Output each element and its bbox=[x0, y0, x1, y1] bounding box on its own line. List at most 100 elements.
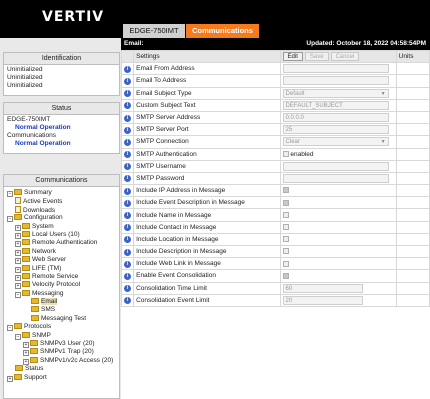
include-ip-checkbox[interactable] bbox=[282, 187, 289, 194]
setting-row: i SMTP Server Port 25 bbox=[120, 123, 430, 137]
tab-device[interactable]: EDGE-750IMT bbox=[123, 24, 185, 38]
expand-icon[interactable]: + bbox=[23, 358, 29, 365]
page-icon bbox=[15, 197, 21, 205]
tab-communications[interactable]: Communications bbox=[186, 24, 259, 38]
tree-item-snmpv1-trap[interactable]: + SNMPv1 Trap (20) bbox=[4, 348, 119, 357]
expand-icon[interactable]: + bbox=[23, 350, 29, 357]
expand-icon[interactable]: + bbox=[15, 232, 21, 239]
tree-item-local-users[interactable]: + Local Users (10) bbox=[4, 230, 119, 239]
event-consolidation-checkbox[interactable] bbox=[282, 272, 289, 279]
info-icon[interactable]: i bbox=[124, 260, 132, 268]
info-icon[interactable]: i bbox=[124, 102, 132, 110]
smtp-port-field[interactable]: 25 bbox=[282, 125, 389, 135]
setting-label: Include Location in Message bbox=[133, 232, 281, 247]
expand-icon[interactable]: + bbox=[15, 258, 21, 265]
info-icon[interactable]: i bbox=[124, 297, 132, 305]
consolidation-time-field[interactable]: 60 bbox=[282, 283, 363, 293]
info-icon[interactable]: i bbox=[124, 212, 132, 220]
settings-header: Settings bbox=[133, 49, 281, 64]
info-icon[interactable]: i bbox=[124, 138, 132, 146]
expand-icon[interactable]: + bbox=[15, 266, 21, 273]
setting-row: i SMTP Authentication enabled bbox=[120, 147, 430, 161]
page-icon bbox=[15, 205, 21, 213]
info-icon[interactable]: i bbox=[124, 285, 132, 293]
expand-icon[interactable]: + bbox=[15, 274, 21, 281]
tree-item-remote-service[interactable]: + Remote Service bbox=[4, 272, 119, 281]
smtp-auth-checkbox[interactable] bbox=[282, 150, 289, 157]
tree-item-snmpv3-user[interactable]: + SNMPv3 User (20) bbox=[4, 340, 119, 349]
tree-item-messaging-test[interactable]: Messaging Test bbox=[4, 314, 119, 323]
status-title: Status bbox=[4, 103, 119, 115]
info-icon[interactable]: i bbox=[124, 90, 132, 98]
settings-header-row: Settings Edit Save Cancel Units bbox=[120, 49, 430, 64]
expand-icon[interactable]: + bbox=[15, 283, 21, 290]
info-icon[interactable]: i bbox=[124, 272, 132, 280]
include-contact-checkbox[interactable] bbox=[282, 224, 289, 230]
include-event-desc-checkbox[interactable] bbox=[282, 199, 289, 206]
folder-icon bbox=[30, 356, 38, 363]
info-icon[interactable]: i bbox=[124, 114, 132, 122]
setting-label: Include Web Link in Message bbox=[133, 257, 281, 271]
include-description-checkbox[interactable] bbox=[282, 248, 289, 255]
tree-item-status[interactable]: Status bbox=[4, 365, 119, 373]
custom-subject-field[interactable]: DEFAULT_SUBJECT bbox=[282, 100, 389, 110]
edit-button[interactable]: Edit bbox=[282, 52, 303, 62]
tree-item-support[interactable]: + Support bbox=[4, 373, 119, 382]
tree-item-protocols[interactable]: − Protocols bbox=[4, 323, 119, 332]
save-button[interactable]: Save bbox=[304, 52, 329, 62]
expand-icon[interactable]: − bbox=[15, 333, 21, 340]
expand-icon[interactable]: − bbox=[15, 291, 21, 298]
info-icon[interactable]: i bbox=[124, 199, 132, 207]
email-from-field[interactable] bbox=[282, 64, 389, 74]
info-icon[interactable]: i bbox=[124, 248, 132, 256]
info-icon[interactable]: i bbox=[124, 126, 132, 134]
smtp-server-field[interactable]: 0.0.0.0 bbox=[282, 113, 389, 123]
cancel-button[interactable]: Cancel bbox=[330, 52, 360, 62]
info-icon[interactable]: i bbox=[124, 175, 132, 183]
tree-item-velocity-protocol[interactable]: + Velocity Protocol bbox=[4, 281, 119, 290]
tree-item-remote-authentication[interactable]: + Remote Authentication bbox=[4, 239, 119, 248]
tree-item-summary[interactable]: − Summary bbox=[4, 189, 119, 197]
smtp-connection-select[interactable]: Clear ▼ bbox=[282, 137, 389, 147]
expand-icon[interactable]: − bbox=[7, 191, 13, 197]
info-icon[interactable]: i bbox=[124, 236, 132, 244]
expand-icon[interactable]: + bbox=[15, 249, 21, 256]
setting-label: Include Contact in Message bbox=[133, 220, 281, 234]
info-icon[interactable]: i bbox=[124, 187, 132, 195]
info-icon[interactable]: i bbox=[124, 77, 132, 85]
tree-item-snmp[interactable]: − SNMP bbox=[4, 331, 119, 340]
include-name-checkbox[interactable] bbox=[282, 211, 289, 218]
status-device-state: Normal Operation bbox=[15, 124, 71, 131]
tree-item-email[interactable]: Email bbox=[4, 298, 119, 306]
subject-type-select[interactable]: Default ▼ bbox=[282, 88, 389, 98]
tree-item-active-events[interactable]: Active Events bbox=[4, 197, 119, 205]
smtp-password-field[interactable] bbox=[282, 173, 389, 183]
tree-item-snmpv1v2c-access[interactable]: + SNMPv1/v2c Access (20) bbox=[4, 356, 119, 365]
smtp-username-field[interactable] bbox=[282, 161, 389, 171]
tree-item-sms[interactable]: SMS bbox=[4, 306, 119, 314]
info-icon[interactable]: i bbox=[124, 65, 132, 73]
tree-item-downloads[interactable]: Downloads bbox=[4, 205, 119, 214]
info-icon[interactable]: i bbox=[124, 224, 132, 232]
email-to-field[interactable] bbox=[282, 76, 389, 86]
include-web-link-checkbox[interactable] bbox=[282, 260, 289, 267]
expand-icon[interactable]: − bbox=[7, 216, 13, 223]
folder-icon bbox=[22, 272, 30, 279]
info-icon[interactable]: i bbox=[124, 163, 132, 171]
tree-item-messaging[interactable]: − Messaging bbox=[4, 289, 119, 298]
setting-label: Include Name in Message bbox=[133, 208, 281, 222]
info-icon[interactable]: i bbox=[124, 151, 132, 159]
tree-item-life[interactable]: + LIFE (TM) bbox=[4, 264, 119, 273]
setting-label: Consolidation Time Limit bbox=[133, 281, 281, 295]
tree-item-web-server[interactable]: + Web Server bbox=[4, 256, 119, 265]
tree-item-configuration[interactable]: − Configuration bbox=[4, 214, 119, 223]
include-location-checkbox[interactable] bbox=[282, 236, 289, 243]
tree-item-network[interactable]: + Network bbox=[4, 247, 119, 256]
expand-icon[interactable]: + bbox=[7, 375, 13, 382]
consolidation-event-field[interactable]: 20 bbox=[282, 295, 363, 305]
expand-icon[interactable]: − bbox=[7, 325, 13, 332]
expand-icon[interactable]: + bbox=[15, 241, 21, 248]
expand-icon[interactable]: + bbox=[23, 342, 29, 349]
expand-icon[interactable]: + bbox=[15, 224, 21, 231]
tree-item-system[interactable]: + System bbox=[4, 222, 119, 231]
